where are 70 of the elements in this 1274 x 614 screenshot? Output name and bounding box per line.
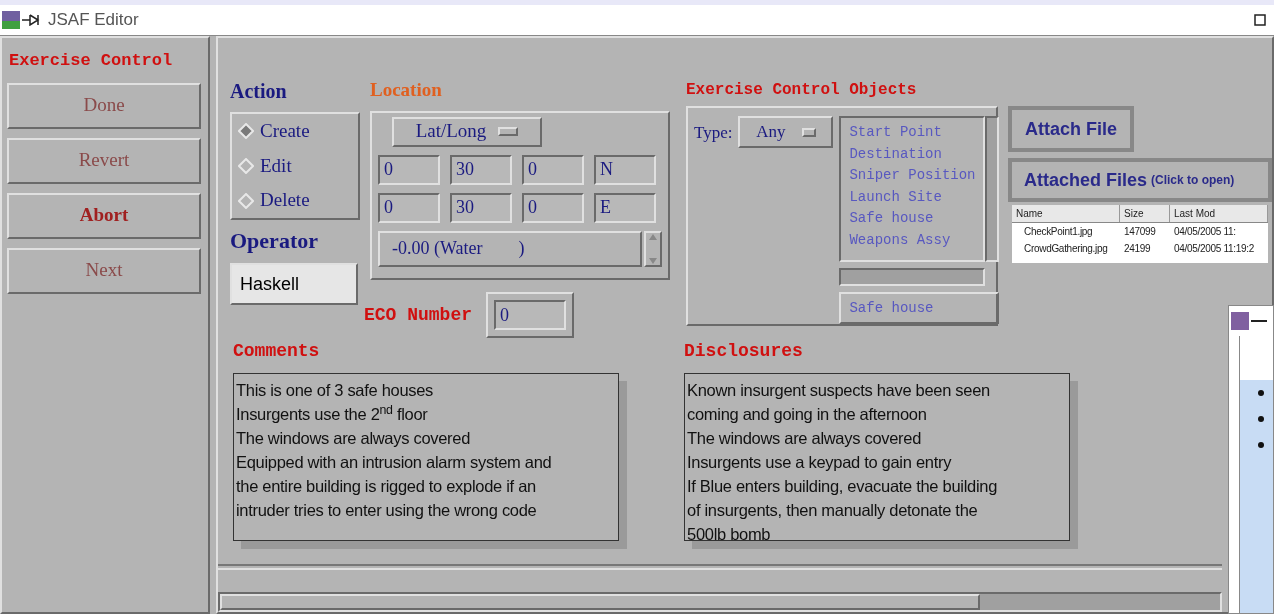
type-label: Type: — [694, 122, 733, 144]
dropdown-indicator-icon — [498, 127, 519, 136]
note-line: Known insurgent suspects have been seen — [687, 380, 991, 401]
section-label: Comments — [233, 340, 321, 363]
radio-diamond[interactable] — [238, 123, 254, 140]
note-line: coming and going in the afternoon — [687, 404, 928, 425]
column-header[interactable]: Name — [1012, 205, 1120, 222]
bullet-icon — [1258, 442, 1264, 448]
text-field[interactable]: 30 — [450, 192, 512, 223]
type-dropdown[interactable]: Any — [738, 116, 834, 148]
attached-files-hint: (Click to open) — [1151, 172, 1235, 189]
text-field[interactable]: 0 — [522, 192, 584, 223]
radio-label: Edit — [260, 153, 292, 178]
sidebar-title: Exercise Control — [9, 50, 174, 72]
note-line: Insurgents use a keypad to gain entry — [687, 452, 953, 473]
note-line: the entire building is rigged to explode if an — [236, 476, 537, 497]
radio-label: Delete — [260, 188, 310, 213]
eco-number-label: ECO Number — [364, 303, 473, 327]
note-line: The windows are always covered — [236, 428, 472, 449]
text-field[interactable]: E — [594, 192, 656, 223]
app-icon — [1231, 312, 1249, 330]
sidebar-button[interactable]: Abort — [7, 192, 201, 239]
window-title: JSAF Editor — [48, 9, 139, 32]
note-line: intruder tries to enter using the wrong code — [236, 500, 538, 521]
text-field[interactable]: 0 — [378, 154, 440, 185]
note-line: Insurgents use the 2$^{nd}$ floor — [236, 402, 429, 425]
note-line: This is one of 3 safe houses — [236, 380, 435, 401]
table-cell-text: 24199 — [1123, 242, 1152, 256]
table-cell-text: CheckPoint1.jpg — [1023, 225, 1094, 239]
radio-diamond[interactable] — [238, 158, 254, 174]
radio-label: Create — [260, 119, 310, 144]
section-label: Disclosures — [684, 340, 804, 363]
column-header[interactable]: Size — [1120, 205, 1170, 222]
dropdown-indicator-icon — [801, 127, 816, 137]
attach-file-button[interactable]: Attach File — [1008, 106, 1134, 152]
up-arrow-icon — [648, 232, 659, 241]
table-cell-text: 147099 — [1123, 225, 1157, 239]
bottom-scrollbar[interactable] — [218, 592, 1222, 612]
table-cell-text: 04/05/2005 11:19:2 — [1173, 242, 1256, 256]
note-line: The windows are always covered — [687, 428, 923, 449]
note-line: Equipped with an intrusion alarm system and — [236, 452, 553, 473]
objects-label: Exercise Control Objects — [686, 80, 918, 101]
vertical-scrollbar[interactable] — [985, 116, 1000, 262]
horizontal-scrollbar[interactable] — [839, 268, 986, 286]
location-label: Location — [370, 78, 443, 102]
text-field[interactable]: 30 — [450, 154, 512, 185]
text-field[interactable]: N — [594, 154, 656, 185]
bullet-icon — [1258, 416, 1264, 422]
operator-field[interactable]: Haskell — [230, 263, 358, 305]
attached-files-title: Attached Files — [1024, 168, 1148, 192]
note-line: 500lb bomb — [687, 524, 772, 545]
table-cell-text: 04/05/2005 11: — [1173, 225, 1237, 239]
app-icon — [2, 11, 20, 29]
bullet-icon — [1258, 390, 1264, 396]
text-field[interactable]: 0 — [494, 300, 567, 330]
note-line: of insurgents, then manually detonate the — [687, 500, 979, 521]
scrollbar-thumb[interactable] — [220, 594, 980, 610]
note-line: If Blue enters building, evacuate the building — [687, 476, 998, 497]
column-header[interactable]: Last Mod — [1170, 205, 1268, 222]
table-cell-text: CrowdGathering.jpg — [1023, 242, 1109, 256]
radio-diamond[interactable] — [238, 192, 254, 209]
text-field[interactable]: 0 — [522, 154, 584, 185]
text-field[interactable]: 0 — [378, 192, 440, 223]
maximize-icon[interactable] — [1254, 14, 1266, 26]
spinner[interactable] — [644, 230, 662, 267]
elevation-field[interactable]: -0.00 (Water ) — [378, 230, 643, 267]
operator-label: Operator — [230, 227, 319, 255]
action-label: Action — [230, 79, 288, 104]
format-dropdown[interactable]: Lat/Long — [392, 116, 542, 147]
down-arrow-icon — [648, 256, 659, 265]
